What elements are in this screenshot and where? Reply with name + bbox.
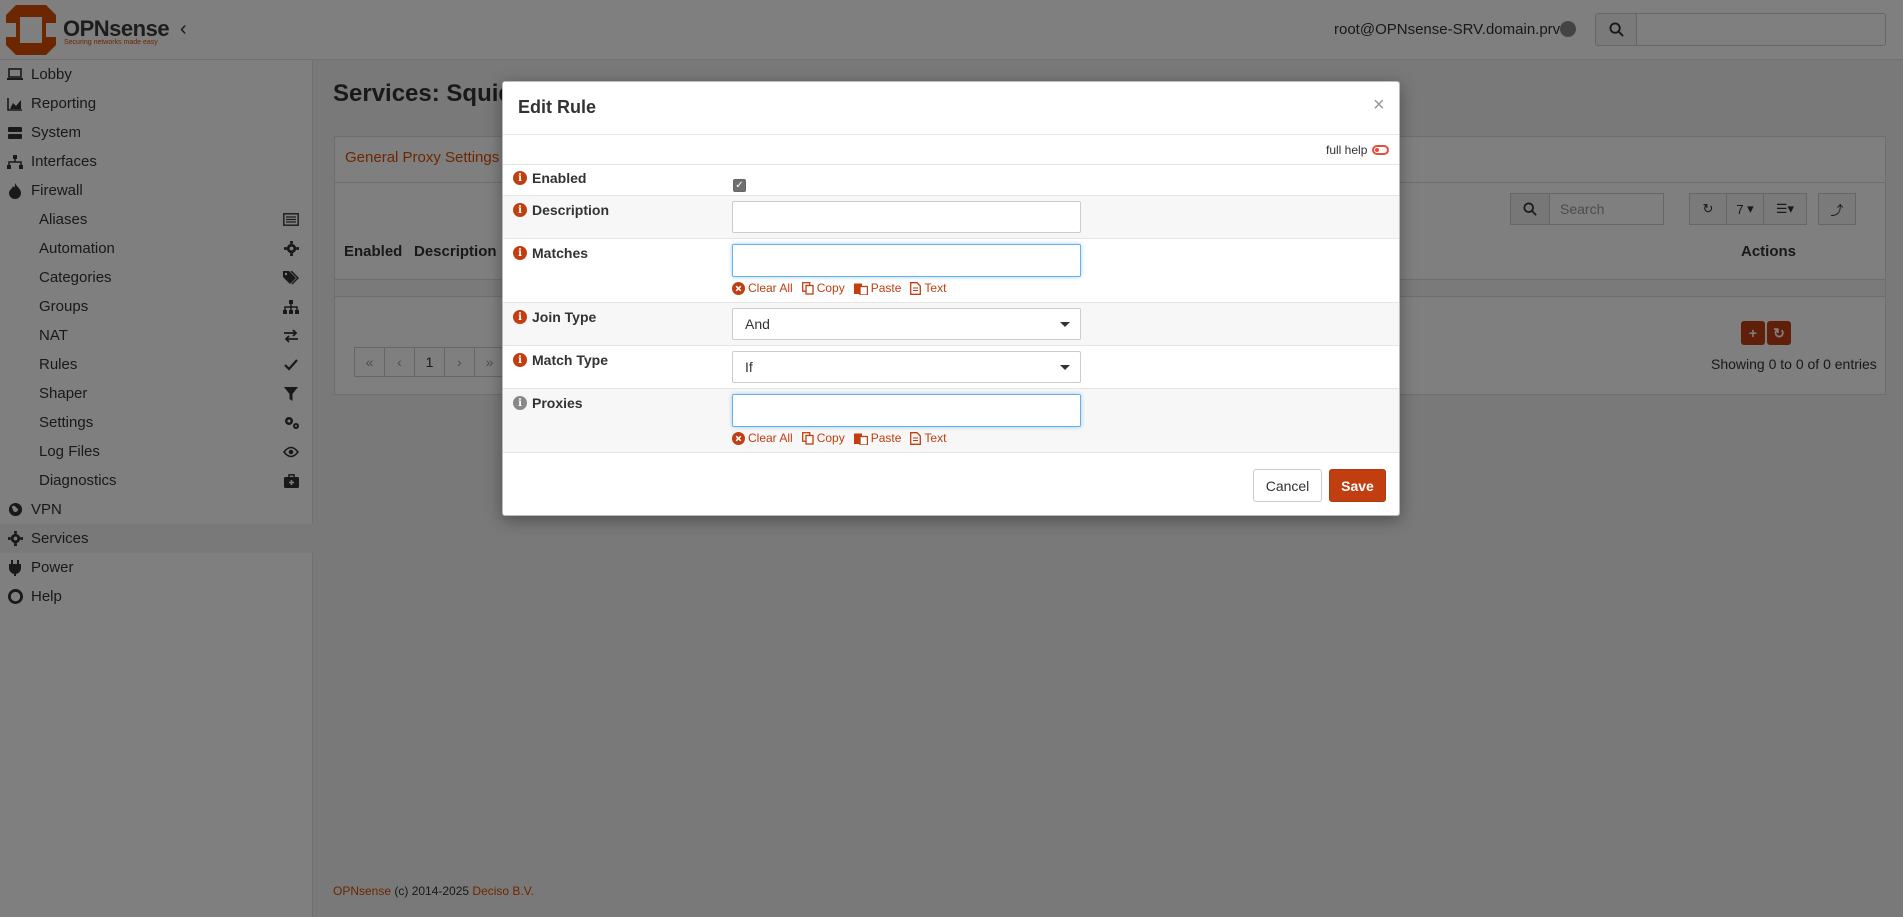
clear-all-link[interactable]: Clear All: [732, 431, 793, 445]
times-circle-icon: [732, 431, 745, 445]
field-label-description: i Description: [513, 202, 609, 218]
times-circle-icon: [732, 281, 745, 295]
save-button[interactable]: Save: [1329, 469, 1386, 502]
label-text: Proxies: [532, 395, 583, 411]
matches-tokenize-input[interactable]: [732, 244, 1081, 277]
match-type-select[interactable]: If: [732, 351, 1081, 383]
cancel-button[interactable]: Cancel: [1253, 469, 1322, 502]
label-text: Enabled: [532, 170, 587, 186]
info-icon[interactable]: i: [513, 171, 527, 185]
file-text-icon: [910, 431, 922, 445]
enabled-checkbox[interactable]: ✓: [733, 179, 746, 192]
paste-link[interactable]: Paste: [853, 431, 901, 445]
label-text: Match Type: [532, 352, 608, 368]
info-icon[interactable]: i: [513, 246, 527, 260]
matches-tools: Clear All Copy Paste Text: [732, 281, 946, 295]
text-link[interactable]: Text: [910, 281, 946, 295]
toggle-icon: [1372, 145, 1390, 155]
field-row-proxies: i Proxies Clear All Copy Paste Text: [503, 389, 1399, 453]
field-label-match-type: i Match Type: [513, 352, 608, 368]
copy-icon: [801, 281, 814, 295]
field-label-join-type: i Join Type: [513, 309, 596, 325]
field-label-matches: i Matches: [513, 245, 588, 261]
field-row-matches: i Matches Clear All Copy Paste Text: [503, 239, 1399, 303]
caret-down-icon: [1060, 322, 1070, 327]
label-text: Description: [532, 202, 610, 218]
full-help-toggle[interactable]: full help: [1326, 143, 1390, 157]
copy-link[interactable]: Copy: [801, 281, 845, 295]
info-icon[interactable]: i: [513, 203, 527, 217]
close-icon[interactable]: ×: [1373, 94, 1385, 117]
info-icon[interactable]: i: [513, 396, 527, 410]
proxies-tokenize-input[interactable]: [732, 394, 1081, 427]
copy-icon: [801, 431, 814, 445]
field-label-enabled: i Enabled: [513, 170, 586, 186]
file-text-icon: [910, 281, 922, 295]
proxies-tools: Clear All Copy Paste Text: [732, 431, 946, 445]
edit-rule-dialog: Edit Rule × full help i Enabled ✓ i Descri…: [502, 81, 1400, 516]
paste-link[interactable]: Paste: [853, 281, 901, 295]
join-type-value: And: [745, 316, 770, 332]
description-input[interactable]: [732, 201, 1081, 233]
label-text: Matches: [532, 245, 589, 261]
dialog-header-divider: [503, 134, 1399, 135]
label-text: Join Type: [532, 309, 597, 325]
text-link[interactable]: Text: [910, 431, 946, 445]
copy-link[interactable]: Copy: [801, 431, 845, 445]
clear-all-link[interactable]: Clear All: [732, 281, 793, 295]
caret-down-icon: [1060, 365, 1070, 370]
paste-icon: [853, 283, 868, 295]
join-type-select[interactable]: And: [732, 308, 1081, 340]
field-row-join-type: i Join Type And: [503, 303, 1399, 346]
field-row-match-type: i Match Type If: [503, 346, 1399, 389]
paste-icon: [853, 433, 868, 445]
field-row-description: i Description: [503, 196, 1399, 239]
field-row-enabled: i Enabled ✓: [503, 164, 1399, 196]
field-label-proxies: i Proxies: [513, 395, 583, 411]
dialog-title: Edit Rule: [518, 97, 597, 117]
full-help-label: full help: [1326, 143, 1368, 157]
info-icon[interactable]: i: [513, 310, 527, 324]
match-type-value: If: [745, 359, 753, 375]
info-icon[interactable]: i: [513, 353, 527, 367]
